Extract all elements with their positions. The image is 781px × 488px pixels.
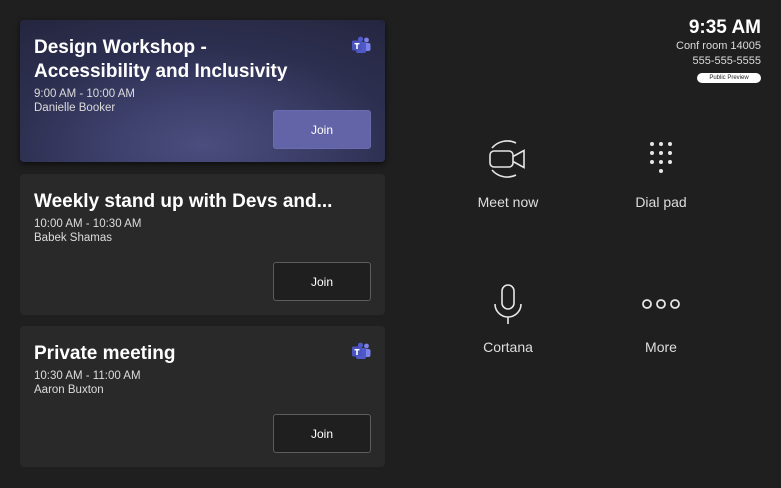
meeting-title: Weekly stand up with Devs and... <box>34 191 333 212</box>
join-button[interactable]: Join <box>273 414 371 453</box>
public-preview-badge: Public Preview <box>697 73 761 83</box>
meeting-card-private-meeting[interactable]: Private meeting 10:30 AM - 11:00 AM Aaro… <box>20 326 385 467</box>
dial-pad-icon <box>639 137 683 181</box>
meeting-organizer: Babek Shamas <box>34 232 112 244</box>
meeting-organizer: Aaron Buxton <box>34 384 104 396</box>
room-name: Conf room 14005 <box>676 40 761 52</box>
meeting-time: 10:30 AM - 11:00 AM <box>34 370 141 382</box>
teams-icon <box>352 342 371 359</box>
meet-now-label: Meet now <box>477 194 539 210</box>
clock: 9:35 AM <box>688 17 761 38</box>
room-phone-number: 555-555-5555 <box>692 55 761 67</box>
meeting-time: 10:00 AM - 10:30 AM <box>34 218 142 230</box>
meet-now-button[interactable]: Meet now <box>448 137 568 221</box>
meeting-time: 9:00 AM - 10:00 AM <box>34 88 136 100</box>
more-label: More <box>645 339 677 355</box>
cortana-button[interactable]: Cortana <box>448 282 568 366</box>
meeting-title: Private meeting <box>34 343 176 364</box>
more-icon <box>639 282 683 326</box>
join-button[interactable]: Join <box>273 262 371 301</box>
microphone-icon <box>486 282 530 326</box>
dial-pad-label: Dial pad <box>635 194 687 210</box>
meeting-title: Design Workshop - Accessibility and Incl… <box>34 37 288 82</box>
cortana-label: Cortana <box>483 339 533 355</box>
join-button[interactable]: Join <box>273 110 371 149</box>
meeting-card-weekly-standup[interactable]: Weekly stand up with Devs and... 10:00 A… <box>20 174 385 315</box>
meeting-card-design-workshop[interactable]: Design Workshop - Accessibility and Incl… <box>20 20 385 162</box>
video-camera-icon <box>486 137 530 181</box>
more-button[interactable]: More <box>601 282 721 366</box>
dial-pad-button[interactable]: Dial pad <box>601 137 721 221</box>
teams-icon <box>352 36 371 53</box>
room-console-home: Design Workshop - Accessibility and Incl… <box>0 0 781 488</box>
